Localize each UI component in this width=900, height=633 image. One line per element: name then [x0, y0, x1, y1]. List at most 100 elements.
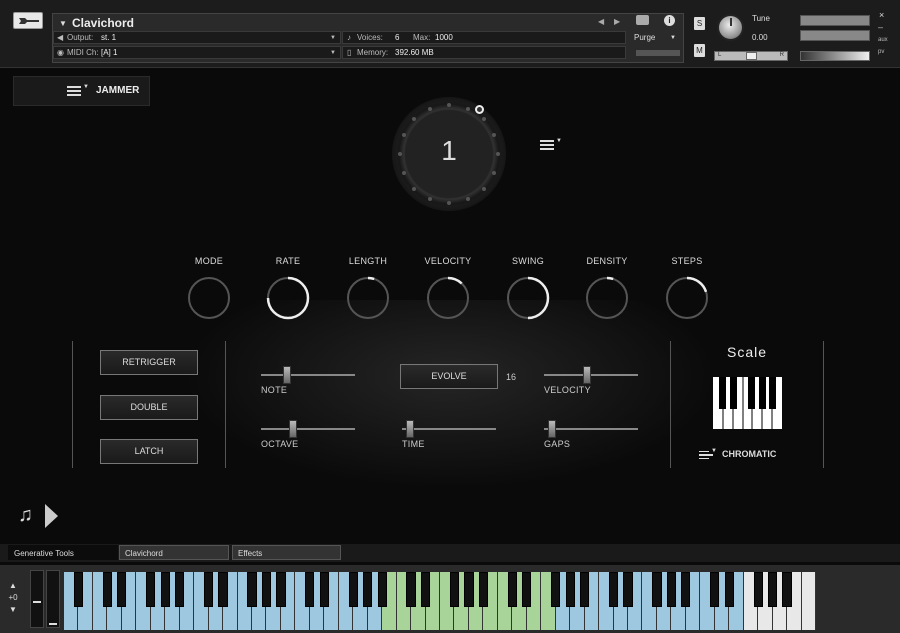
knob-ring[interactable]	[584, 275, 630, 321]
black-key[interactable]	[261, 572, 272, 607]
black-key[interactable]	[73, 572, 84, 607]
slider-note[interactable]	[261, 366, 355, 384]
black-key[interactable]	[319, 572, 329, 607]
scale-mode-label[interactable]: CHROMATIC	[722, 449, 776, 459]
black-key[interactable]	[753, 572, 763, 607]
aux-button[interactable]: aux	[878, 37, 888, 43]
output-dropdown-icon[interactable]: ▼	[330, 35, 336, 41]
instrument-name[interactable]: Clavichord	[72, 16, 134, 30]
knob-ring[interactable]	[425, 275, 471, 321]
black-key[interactable]	[218, 572, 228, 607]
black-key[interactable]	[117, 572, 127, 607]
black-key[interactable]	[363, 572, 373, 607]
black-key[interactable]	[608, 572, 619, 607]
double-button[interactable]: DOUBLE	[100, 395, 198, 420]
music-note-icon[interactable]: ♫	[18, 504, 33, 527]
knob-ring[interactable]	[664, 275, 710, 321]
close-button[interactable]: ×	[879, 10, 884, 20]
knob-steps[interactable]: STEPS	[657, 256, 717, 321]
retrigger-button[interactable]: RETRIGGER	[100, 350, 198, 375]
slider-gaps[interactable]	[544, 420, 638, 438]
tab-effects[interactable]: Effects	[232, 545, 341, 560]
knob-ring[interactable]	[265, 275, 311, 321]
knob-rate[interactable]: RATE	[258, 256, 318, 321]
black-key[interactable]	[623, 572, 633, 607]
black-key[interactable]	[551, 572, 561, 607]
slider-time[interactable]	[402, 420, 496, 438]
minimize-button[interactable]: –	[878, 22, 883, 32]
black-key[interactable]	[782, 572, 792, 607]
knob-length[interactable]: LENGTH	[338, 256, 398, 321]
scale-keyboard-icon[interactable]	[713, 377, 782, 429]
scale-menu-icon[interactable]	[699, 451, 713, 459]
black-key[interactable]	[160, 572, 170, 607]
black-key[interactable]	[276, 572, 286, 607]
pattern-menu-icon[interactable]	[540, 140, 554, 150]
black-key[interactable]	[146, 572, 156, 607]
slider-thumb[interactable]	[282, 366, 291, 384]
black-key[interactable]	[464, 572, 474, 607]
piano-keyboard[interactable]	[64, 572, 816, 630]
black-key[interactable]	[102, 572, 112, 607]
tab-generative-tools[interactable]: Generative Tools	[8, 545, 118, 560]
pv-button[interactable]: pv	[878, 49, 884, 55]
midi-row[interactable]: ◉ MIDI Ch: [A] 1 ▼	[53, 46, 341, 59]
slider-thumb[interactable]	[289, 420, 298, 438]
black-key[interactable]	[406, 572, 416, 607]
max-value[interactable]: 1000	[435, 33, 453, 42]
black-key[interactable]	[681, 572, 691, 607]
instrument-menu-caret-icon[interactable]: ▼	[59, 19, 67, 28]
pan-slider[interactable]: L R	[714, 51, 788, 61]
knob-ring[interactable]	[505, 275, 551, 321]
octave-up-icon[interactable]: ▲	[6, 580, 20, 592]
pitch-wheel[interactable]	[30, 570, 44, 628]
black-key[interactable]	[710, 572, 720, 607]
knob-ring[interactable]	[186, 275, 232, 321]
black-key[interactable]	[305, 572, 315, 607]
black-key[interactable]	[175, 572, 185, 607]
slider-velocity[interactable]	[544, 366, 638, 384]
knob-mode[interactable]: MODE	[179, 256, 239, 321]
black-key[interactable]	[579, 572, 590, 607]
knob-swing[interactable]: SWING	[498, 256, 558, 321]
slider-thumb[interactable]	[406, 420, 415, 438]
pattern-dial[interactable]: 1	[392, 97, 506, 211]
octave-control[interactable]: ▲ +0 ▼	[6, 580, 20, 616]
jammer-tab[interactable]: ▼ JAMMER	[13, 76, 150, 106]
knob-ring[interactable]	[345, 275, 391, 321]
next-instrument-icon[interactable]: ▶	[614, 17, 620, 26]
jammer-menu-icon[interactable]	[67, 86, 81, 96]
knob-velocity[interactable]: VELOCITY	[418, 256, 478, 321]
slider-octave[interactable]	[261, 420, 355, 438]
black-key[interactable]	[565, 572, 575, 607]
purge-button[interactable]: Purge	[634, 33, 655, 42]
wrench-icon[interactable]	[13, 12, 43, 29]
latch-button[interactable]: LATCH	[100, 439, 198, 464]
volume-slider[interactable]	[800, 51, 870, 61]
purge-dropdown-icon[interactable]: ▼	[670, 35, 676, 41]
black-key[interactable]	[767, 572, 778, 607]
black-key[interactable]	[203, 572, 214, 607]
slider-thumb[interactable]	[582, 366, 591, 384]
knob-density[interactable]: DENSITY	[577, 256, 637, 321]
midi-dropdown-icon[interactable]: ▼	[330, 50, 336, 56]
black-key[interactable]	[652, 572, 662, 607]
black-key[interactable]	[724, 572, 734, 607]
solo-button[interactable]: S	[694, 17, 705, 30]
tune-knob[interactable]	[717, 14, 744, 41]
black-key[interactable]	[522, 572, 532, 607]
info-icon[interactable]: i	[664, 15, 675, 26]
black-key[interactable]	[420, 572, 431, 607]
black-key[interactable]	[449, 572, 460, 607]
black-key[interactable]	[478, 572, 488, 607]
evolve-button[interactable]: EVOLVE	[400, 364, 498, 389]
play-icon[interactable]	[45, 504, 58, 528]
black-key[interactable]	[247, 572, 257, 607]
output-row[interactable]: ◀ Output: st. 1 ▼	[53, 31, 341, 44]
pan-thumb[interactable]	[746, 52, 757, 60]
mod-wheel[interactable]	[46, 570, 60, 628]
tab-clavichord[interactable]: Clavichord	[119, 545, 229, 560]
black-key[interactable]	[348, 572, 358, 607]
black-key[interactable]	[507, 572, 517, 607]
slider-thumb[interactable]	[548, 420, 557, 438]
